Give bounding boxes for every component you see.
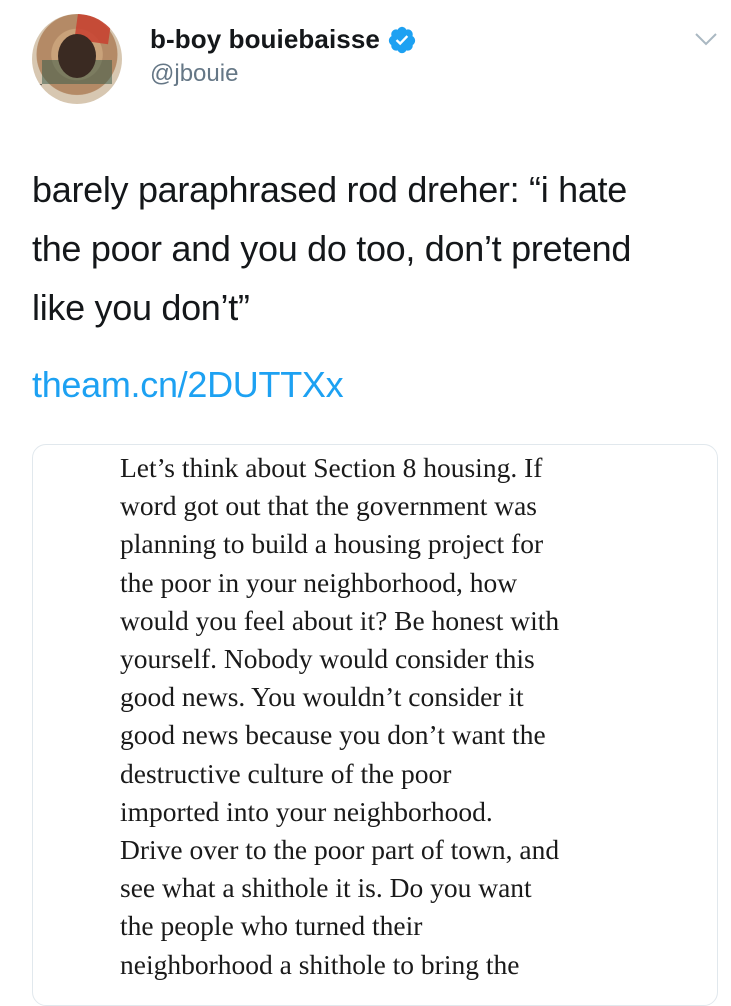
quote-line: yourself. Nobody would consider this [120,643,535,675]
avatar-shape [58,34,96,78]
attached-image-card[interactable]: Let’s think about Section 8 housing. If … [32,444,718,1006]
quote-line: good news. You wouldn’t consider it [120,681,524,713]
user-handle[interactable]: @jbouie [150,60,238,88]
chevron-down-icon[interactable] [694,30,718,48]
quote-line: Let’s think about Section 8 housing. If [120,452,543,483]
avatar-caption: tic [35,83,42,90]
quote-line: the poor in your neighborhood, how [120,566,518,598]
verified-badge-icon [388,26,416,53]
quote-line: destructive culture of the poor [120,757,452,789]
quote-line: the people who turned their [120,910,423,942]
quoted-text-image: Let’s think about Section 8 housing. If … [120,449,700,984]
tweet-text: barely paraphrased rod dreher: “i hate t… [32,169,632,328]
quote-line: see what a shithole it is. Do you want [120,872,532,904]
quote-line: imported into your neighborhood. [120,795,493,827]
quote-line: good news because you don’t want the [120,719,546,751]
quote-line: word got out that the government was [120,490,537,522]
display-name[interactable]: b-boy bouiebaisse [150,24,380,55]
tweet-link[interactable]: theam.cn/2DUTTXx [32,360,344,410]
avatar[interactable]: tic [32,14,122,104]
quote-line: would you feel about it? Be honest with [120,604,560,636]
quote-line: neighborhood a shithole to bring the [120,948,520,980]
quote-line: planning to build a housing project for [120,528,544,560]
name-row: b-boy bouiebaisse [150,24,417,55]
quote-line: Drive over to the poor part of town, and [120,834,560,866]
tweet-header: tic b-boy bouiebaisse @jbouie [0,0,731,130]
